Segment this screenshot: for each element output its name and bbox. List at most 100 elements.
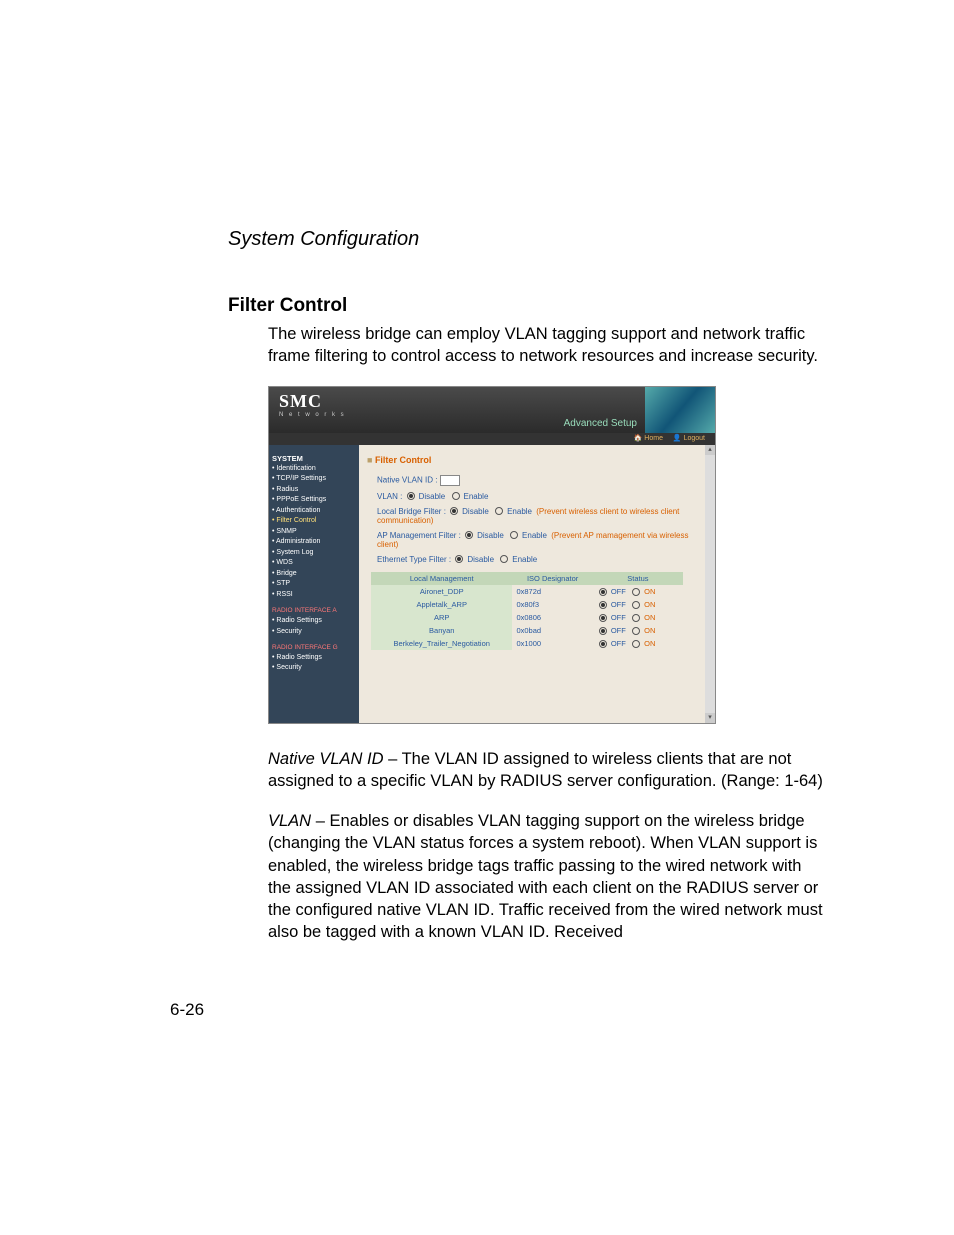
off-text: OFF — [611, 600, 626, 609]
row-name: Aironet_DDP — [371, 585, 512, 598]
scroll-down-icon[interactable]: ▾ — [705, 713, 715, 723]
vlan-disable-radio[interactable] — [407, 492, 415, 500]
native-vlan-label: Native VLAN ID : — [377, 475, 437, 484]
chapter-title: System Configuration — [228, 228, 828, 251]
sidebar-item-bridge[interactable]: Bridge — [272, 569, 356, 580]
status-off-radio[interactable] — [599, 601, 607, 609]
vlan-paragraph: VLAN – Enables or disables VLAN tagging … — [268, 810, 828, 944]
section-title: Filter Control — [228, 295, 828, 317]
status-on-radio[interactable] — [632, 640, 640, 648]
sidebar-header-radio-g: RADIO INTERFACE G — [272, 643, 356, 653]
off-text: OFF — [611, 587, 626, 596]
intro-paragraph: The wireless bridge can employ VLAN tagg… — [268, 323, 828, 368]
on-text: ON — [644, 600, 655, 609]
status-off-radio[interactable] — [599, 588, 607, 596]
vlan-body: – Enables or disables VLAN tagging suppo… — [268, 812, 823, 941]
sidebar-item-security-a[interactable]: Security — [272, 627, 356, 638]
vlan-label: VLAN : — [377, 492, 402, 501]
etf-label: Ethernet Type Filter : — [377, 555, 451, 564]
logout-link[interactable]: 👤 Logout — [673, 435, 705, 442]
vlan-row: VLAN : Disable Enable — [377, 492, 707, 501]
native-vlan-paragraph: Native VLAN ID – The VLAN ID assigned to… — [268, 748, 828, 793]
etf-enable-text: Enable — [512, 555, 537, 564]
main-panel: Filter Control Native VLAN ID : VLAN : D… — [359, 445, 715, 723]
status-on-radio[interactable] — [632, 588, 640, 596]
panel-title: Filter Control — [367, 455, 707, 465]
lbf-label: Local Bridge Filter : — [377, 507, 446, 516]
etf-disable-radio[interactable] — [455, 555, 463, 563]
vlan-enable-text: Enable — [464, 492, 489, 501]
status-off-radio[interactable] — [599, 640, 607, 648]
on-text: ON — [644, 587, 655, 596]
sidebar-item-system-log[interactable]: System Log — [272, 548, 356, 559]
native-vlan-row: Native VLAN ID : — [377, 475, 707, 486]
row-name: Banyan — [371, 624, 512, 637]
sidebar: SYSTEM Identification TCP/IP Settings Ra… — [269, 445, 359, 723]
sidebar-header-radio-a: RADIO INTERFACE A — [272, 606, 356, 616]
status-on-radio[interactable] — [632, 614, 640, 622]
local-bridge-filter-row: Local Bridge Filter : Disable Enable (Pr… — [377, 507, 707, 525]
status-on-radio[interactable] — [632, 627, 640, 635]
row-designator: 0x0806 — [512, 611, 592, 624]
lbf-enable-radio[interactable] — [495, 507, 503, 515]
sidebar-item-pppoe[interactable]: PPPoE Settings — [272, 495, 356, 506]
row-designator: 0x1000 — [512, 637, 592, 650]
table-row: Banyan 0x0bad OFF ON — [371, 624, 683, 637]
scrollbar[interactable]: ▴ ▾ — [705, 445, 715, 723]
table-row: Aironet_DDP 0x872d OFF ON — [371, 585, 683, 598]
sidebar-item-radio-settings-a[interactable]: Radio Settings — [272, 616, 356, 627]
ethernet-type-table: Local Management ISO Designator Status A… — [371, 572, 683, 650]
row-name: Berkeley_Trailer_Negotiation — [371, 637, 512, 650]
native-vlan-term: Native VLAN ID — [268, 750, 384, 768]
scroll-up-icon[interactable]: ▴ — [705, 445, 715, 455]
etf-enable-radio[interactable] — [500, 555, 508, 563]
status-off-radio[interactable] — [599, 614, 607, 622]
sidebar-item-radio-settings-g[interactable]: Radio Settings — [272, 653, 356, 664]
sidebar-item-security-g[interactable]: Security — [272, 663, 356, 674]
off-text: OFF — [611, 626, 626, 635]
home-link[interactable]: 🏠 Home — [634, 435, 663, 442]
sidebar-item-rssi[interactable]: RSSI — [272, 590, 356, 601]
th-iso-designator: ISO Designator — [512, 572, 592, 585]
apm-enable-radio[interactable] — [510, 531, 518, 539]
lbf-disable-radio[interactable] — [450, 507, 458, 515]
vlan-disable-text: Disable — [419, 492, 446, 501]
table-row: Berkeley_Trailer_Negotiation 0x1000 OFF … — [371, 637, 683, 650]
table-row: Appletalk_ARP 0x80f3 OFF ON — [371, 598, 683, 611]
embedded-screenshot: SMC N e t w o r k s Advanced Setup 🏠 Hom… — [268, 386, 716, 724]
row-designator: 0x80f3 — [512, 598, 592, 611]
row-designator: 0x872d — [512, 585, 592, 598]
th-local-management: Local Management — [371, 572, 512, 585]
vlan-enable-radio[interactable] — [452, 492, 460, 500]
sidebar-item-identification[interactable]: Identification — [272, 464, 356, 475]
ap-mgmt-filter-row: AP Management Filter : Disable Enable (P… — [377, 531, 707, 549]
sidebar-item-wds[interactable]: WDS — [272, 558, 356, 569]
lbf-disable-text: Disable — [462, 507, 489, 516]
page-number: 6-26 — [170, 1000, 204, 1020]
apm-enable-text: Enable — [522, 531, 547, 540]
apm-disable-radio[interactable] — [465, 531, 473, 539]
native-vlan-input[interactable] — [440, 475, 460, 486]
sidebar-header-system: SYSTEM — [272, 453, 356, 464]
off-text: OFF — [611, 639, 626, 648]
sidebar-item-filter-control[interactable]: Filter Control — [272, 516, 356, 527]
sidebar-item-administration[interactable]: Administration — [272, 537, 356, 548]
off-text: OFF — [611, 613, 626, 622]
sidebar-item-radius[interactable]: Radius — [272, 485, 356, 496]
top-toolbar: 🏠 Home 👤 Logout — [269, 433, 715, 445]
ethernet-type-filter-row: Ethernet Type Filter : Disable Enable — [377, 555, 707, 564]
status-on-radio[interactable] — [632, 601, 640, 609]
sidebar-item-authentication[interactable]: Authentication — [272, 506, 356, 517]
on-text: ON — [644, 613, 655, 622]
vlan-term: VLAN — [268, 812, 311, 830]
on-text: ON — [644, 626, 655, 635]
row-designator: 0x0bad — [512, 624, 592, 637]
app-header: SMC N e t w o r k s Advanced Setup — [269, 387, 715, 433]
sidebar-item-snmp[interactable]: SNMP — [272, 527, 356, 538]
sidebar-item-stp[interactable]: STP — [272, 579, 356, 590]
row-name: ARP — [371, 611, 512, 624]
lbf-enable-text: Enable — [507, 507, 532, 516]
table-row: ARP 0x0806 OFF ON — [371, 611, 683, 624]
sidebar-item-tcpip[interactable]: TCP/IP Settings — [272, 474, 356, 485]
status-off-radio[interactable] — [599, 627, 607, 635]
